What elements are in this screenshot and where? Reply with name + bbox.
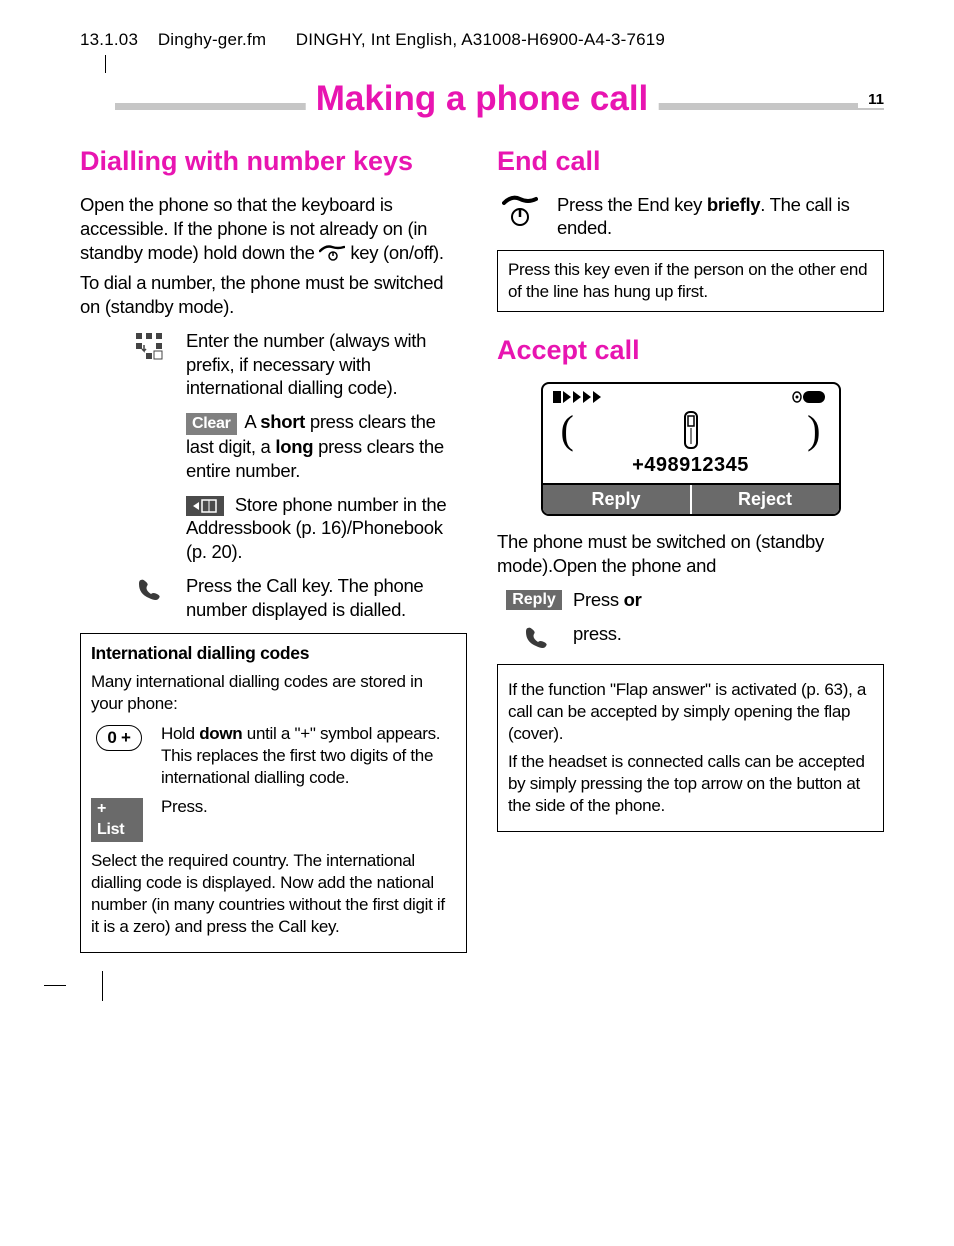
title-bar: Making a phone call 11 <box>80 85 884 123</box>
phone-device-icon <box>679 410 703 450</box>
meta-doc: DINGHY, Int English, A31008-H6900-A4-3-7… <box>296 30 665 49</box>
signal-icon <box>553 388 613 406</box>
instr-store: Store phone number in the Addressbook (p… <box>186 493 467 564</box>
call-key-icon <box>513 622 559 652</box>
right-column: End call Press the End key briefly. The … <box>497 135 884 953</box>
paragraph-switched-on: The phone must be switched on (standby m… <box>497 530 884 578</box>
flap-answer-box: If the function "Flap answer" is activat… <box>497 664 884 833</box>
incoming-number: +498912345 <box>543 452 839 483</box>
heading-end-call: End call <box>497 145 884 179</box>
instr-list-press: Press. <box>161 796 207 818</box>
zero-plus-key-icon: 0 + <box>91 723 147 751</box>
softkey-reply[interactable]: Reply <box>543 485 692 514</box>
phone-screen-mock: ( ) +498912345 Reply Reject <box>541 382 841 516</box>
crop-mark <box>44 985 66 986</box>
softkey-reject[interactable]: Reject <box>692 485 839 514</box>
addressbook-icon <box>186 496 224 516</box>
box-title: International dialling codes <box>91 642 456 665</box>
instr-press-call: Press the Call key. The phone number dis… <box>186 574 467 621</box>
soft-right-paren: ) <box>807 410 820 450</box>
international-codes-box: International dialling codes Many intern… <box>80 633 467 953</box>
meta-file: Dinghy-ger.fm <box>158 30 266 49</box>
battery-icon <box>789 388 829 406</box>
instr-enter-number: Enter the number (always with prefix, if… <box>186 329 467 400</box>
box-select-country: Select the required country. The interna… <box>91 850 456 938</box>
instr-clear: Clear A short press clears the last digi… <box>186 410 467 483</box>
end-key-icon <box>497 193 543 229</box>
clear-button-label: Clear <box>186 413 237 435</box>
page-number: 11 <box>858 91 884 108</box>
crop-mark <box>102 971 103 1001</box>
keypad-icon <box>126 329 172 363</box>
paragraph-open-phone: Open the phone so that the keyboard is a… <box>80 193 467 265</box>
instr-press-or: Press or <box>573 588 642 612</box>
instr-end-call: Press the End key briefly. The call is e… <box>557 193 884 240</box>
soft-left-paren: ( <box>561 410 574 450</box>
instr-hold-down: Hold down until a "+" symbol appears. Th… <box>161 723 456 788</box>
meta-date: 13.1.03 <box>80 30 138 49</box>
header-meta: 13.1.03 Dinghy-ger.fm DINGHY, Int Englis… <box>80 30 884 50</box>
paragraph-to-dial: To dial a number, the phone must be swit… <box>80 271 467 319</box>
heading-accept-call: Accept call <box>497 334 884 368</box>
reply-button-label: Reply <box>513 588 559 610</box>
page-title: Making a phone call <box>306 79 659 119</box>
crop-mark <box>105 55 106 73</box>
call-key-icon <box>126 574 172 604</box>
end-call-note-box: Press this key even if the person on the… <box>497 250 884 312</box>
instr-press: press. <box>573 622 622 646</box>
power-key-icon <box>319 245 345 261</box>
list-button-label: + List <box>91 796 147 842</box>
box-intro: Many international dialling codes are st… <box>91 671 456 715</box>
left-column: Dialling with number keys Open the phone… <box>80 135 467 953</box>
heading-dialling: Dialling with number keys <box>80 145 467 179</box>
